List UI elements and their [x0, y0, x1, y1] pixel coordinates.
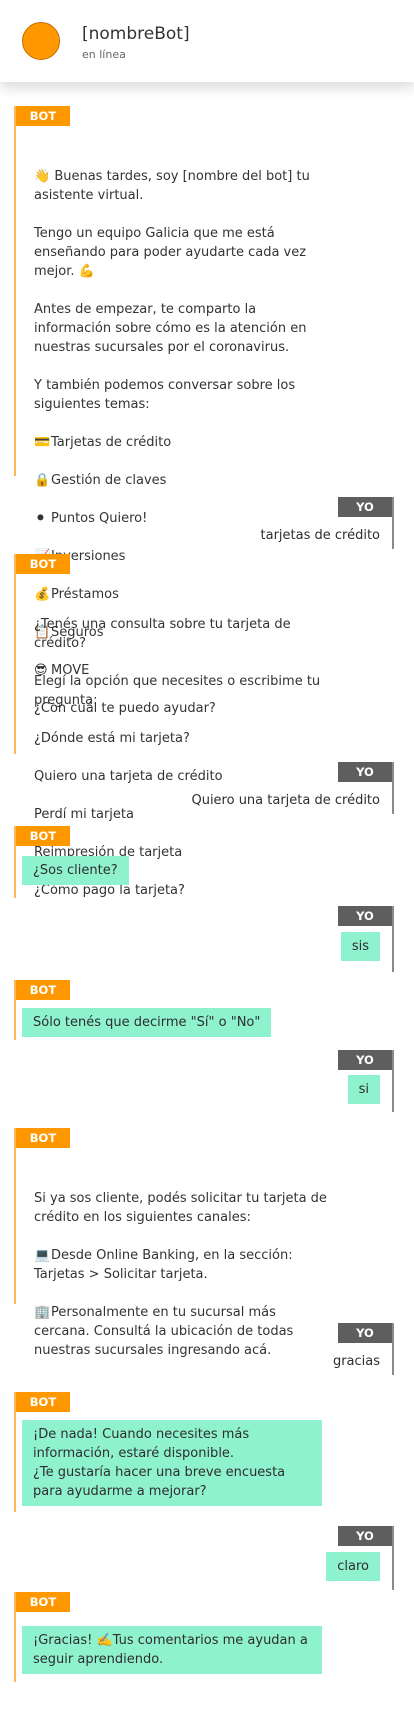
user-tag: YO — [338, 497, 392, 517]
greeting-text: 👋 Buenas tardes, soy [nombre del bot] tu… — [34, 169, 310, 203]
bot-message: BOT ¡De nada! Cuando necesites más infor… — [14, 1392, 336, 1512]
bot-tag: BOT — [16, 1592, 70, 1612]
circle-icon: ⚫ — [35, 511, 46, 526]
bot-bubble: Sólo tenés que decirme "Sí" o "No" — [22, 1008, 272, 1037]
channel-online: 💻Desde Online Banking, en la sección: Ta… — [34, 1248, 293, 1282]
bot-bubble: ¡Gracias! ✍️Tus comentarios me ayudan a … — [22, 1626, 322, 1674]
bot-status: en línea — [82, 48, 126, 61]
bot-avatar — [22, 22, 60, 60]
bot-tag: BOT — [16, 1128, 70, 1148]
bot-tag: BOT — [16, 1392, 70, 1412]
user-tag: YO — [338, 1323, 392, 1343]
user-bubble: si — [347, 1075, 380, 1104]
building-icon: 🏢 — [34, 1305, 51, 1320]
channels-intro: Si ya sos cliente, podés solicitar tu ta… — [34, 1191, 327, 1225]
user-tag: YO — [338, 1050, 392, 1070]
user-message: YO Quiero una tarjeta de crédito — [152, 762, 394, 814]
lock-icon: 🔒 — [34, 473, 51, 488]
bot-tag: BOT — [16, 554, 70, 574]
user-text: tarjetas de crédito — [260, 528, 381, 543]
laptop-icon: 💻 — [34, 1248, 51, 1263]
topic-item[interactable]: 💳Tarjetas de crédito — [34, 433, 334, 452]
bot-name: [nombreBot] — [82, 24, 190, 44]
bot-message: BOT 👋 Buenas tardes, soy [nombre del bot… — [14, 106, 336, 716]
instruction-text: Elegí la opción que necesites o escribim… — [34, 674, 321, 708]
user-tag: YO — [338, 1526, 392, 1546]
user-bubble: sis — [340, 932, 380, 961]
user-tag: YO — [338, 762, 392, 782]
credit-card-icon: 💳 — [34, 435, 51, 450]
question-text: ¿Tenés una consulta sobre tu tarjeta de … — [34, 617, 291, 651]
user-message: YO tarjetas de crédito — [192, 497, 394, 549]
topic-item[interactable]: 🔒Gestión de claves — [34, 471, 334, 490]
bot-message: BOT Sólo tenés que decirme "Sí" o "No" — [14, 980, 276, 1040]
user-text: Quiero una tarjeta de crédito — [191, 793, 380, 808]
chat-header: [nombreBot] en línea — [0, 0, 414, 82]
info-text: Antes de empezar, te comparto la informa… — [34, 302, 307, 355]
user-message: YO claro — [292, 1526, 394, 1590]
bot-message: BOT Si ya sos cliente, podés solicitar t… — [14, 1128, 336, 1358]
bot-bubble: ¿Sos cliente? — [22, 856, 129, 885]
bot-tag: BOT — [16, 106, 70, 126]
bot-tag: BOT — [16, 980, 70, 1000]
bot-message: BOT ¡Gracias! ✍️Tus comentarios me ayuda… — [14, 1592, 336, 1682]
user-text: gracias — [332, 1354, 380, 1369]
user-message: YO si — [292, 1050, 394, 1112]
topics-intro: Y también podemos conversar sobre los si… — [34, 378, 296, 412]
intro-text: Tengo un equipo Galicia que me está ense… — [34, 226, 307, 279]
user-message: YO sis — [292, 906, 394, 972]
user-bubble: claro — [326, 1552, 380, 1581]
option-item[interactable]: ¿Dónde está mi tarjeta? — [34, 729, 334, 748]
user-message: YO gracias — [272, 1323, 394, 1375]
user-tag: YO — [338, 906, 392, 926]
bot-tag: BOT — [16, 826, 70, 846]
bot-message: BOT ¿Tenés una consulta sobre tu tarjeta… — [14, 554, 336, 898]
bot-bubble: ¡De nada! Cuando necesites más informaci… — [22, 1420, 322, 1506]
bot-message: BOT ¿Sos cliente? — [14, 826, 216, 898]
chat-log[interactable]: BOT 👋 Buenas tardes, soy [nombre del bot… — [0, 82, 414, 1724]
